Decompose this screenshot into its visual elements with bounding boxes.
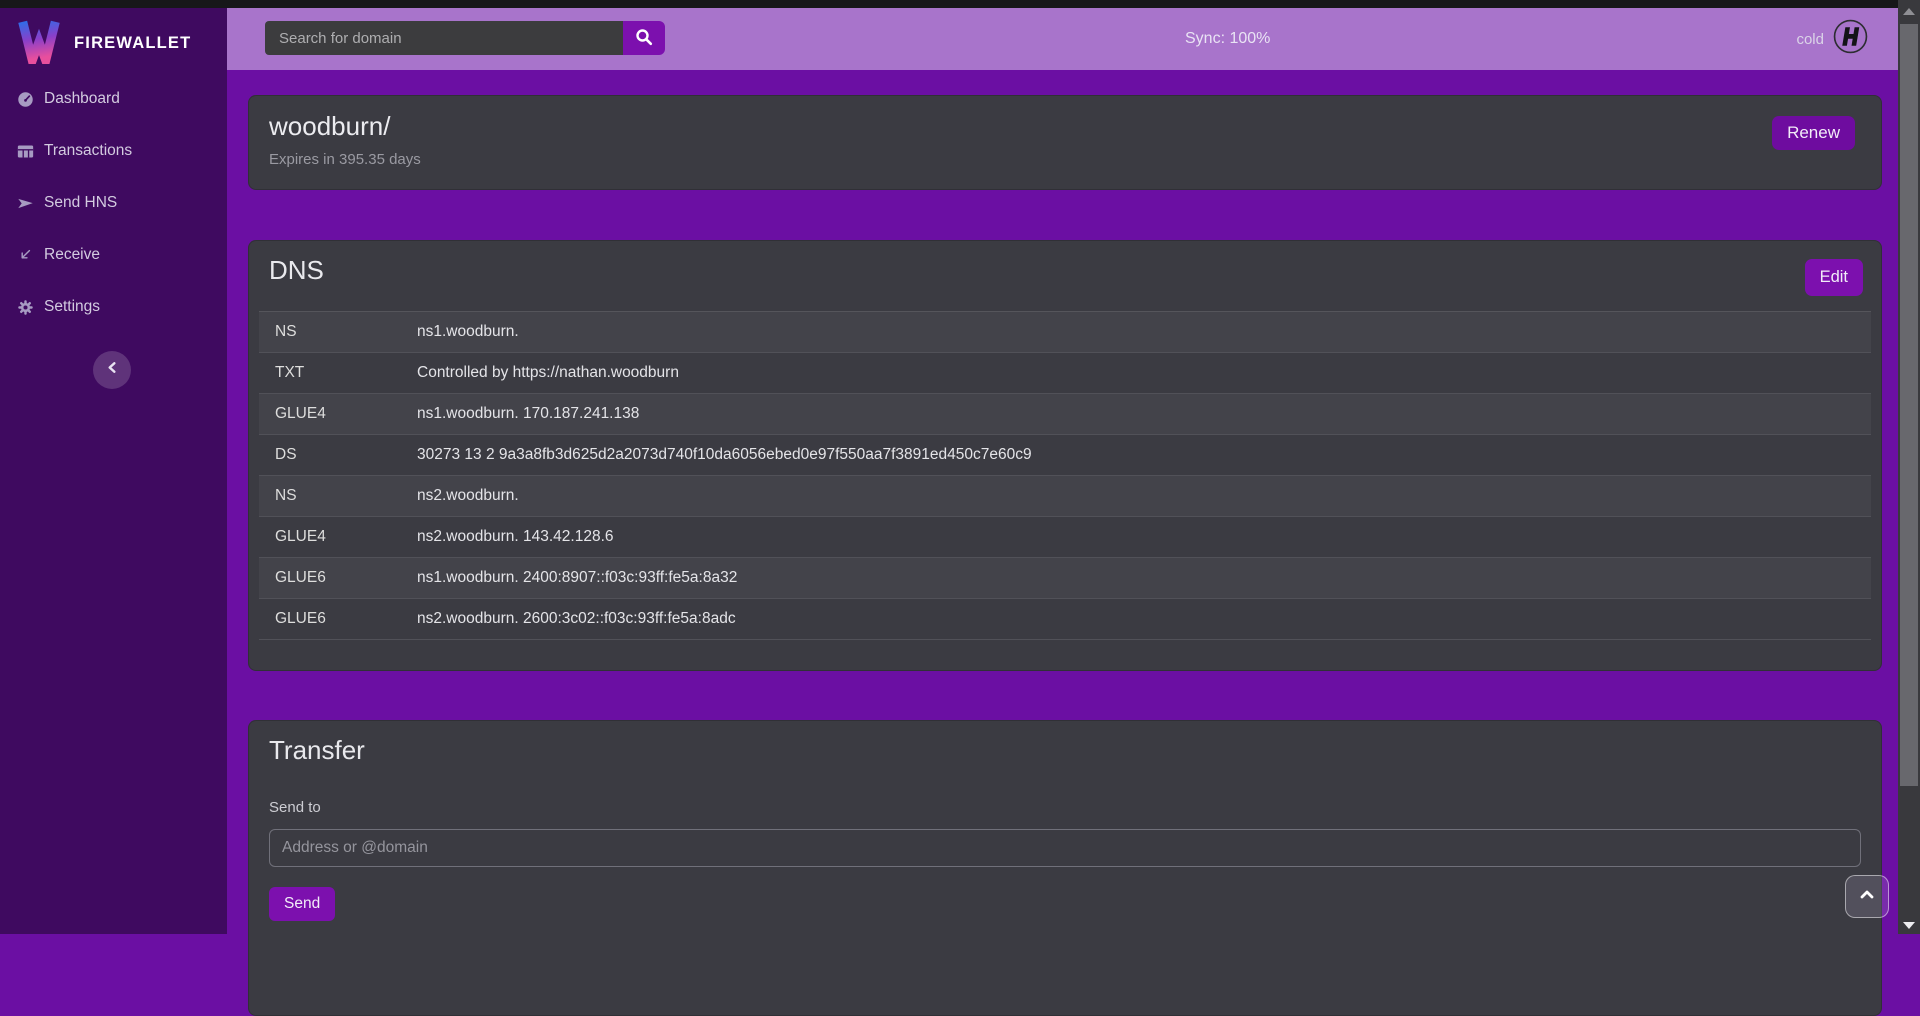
dns-card: DNS Edit NS ns1.woodburn. TXT Controlled… [248, 240, 1882, 671]
dns-record-value: ns1.woodburn. 2400:8907::f03c:93ff:fe5a:… [417, 569, 1871, 587]
send-to-label: Send to [269, 799, 321, 816]
sync-status: Sync: 100% [1185, 8, 1270, 70]
send-icon [16, 195, 34, 212]
dns-record-type: GLUE6 [259, 610, 417, 628]
scroll-to-top-button[interactable] [1845, 875, 1889, 918]
settings-gear-icon [16, 299, 34, 316]
dns-record-value: 30273 13 2 9a3a8fb3d625d2a2073d740f10da6… [417, 446, 1871, 464]
sidebar-item-receive[interactable]: Receive [0, 229, 227, 281]
sidebar-item-dashboard[interactable]: Dashboard [0, 73, 227, 125]
edit-dns-button[interactable]: Edit [1805, 259, 1863, 296]
search-button[interactable] [623, 21, 665, 55]
brand[interactable]: FIREWALLET [16, 18, 191, 69]
handshake-icon [1833, 19, 1868, 59]
dns-record-type: DS [259, 446, 417, 464]
sidebar-item-label: Transactions [44, 142, 132, 160]
sidebar-item-send-hns[interactable]: Send HNS [0, 177, 227, 229]
dns-record-row: NS ns2.woodburn. [259, 476, 1871, 517]
wallet-cluster[interactable]: cold [1796, 8, 1868, 70]
scrollbar-up-arrow-icon[interactable] [1903, 8, 1915, 15]
dns-record-type: GLUE6 [259, 569, 417, 587]
topbar: Sync: 100% cold [227, 8, 1898, 70]
sidebar-item-transactions[interactable]: Transactions [0, 125, 227, 177]
dns-record-type: TXT [259, 364, 417, 382]
sidebar-item-label: Send HNS [44, 194, 117, 212]
sidebar-nav: Dashboard Transactions Send HNS [0, 73, 227, 333]
sidebar-item-label: Dashboard [44, 90, 120, 108]
dns-card-title: DNS [269, 255, 324, 286]
dns-records-table: NS ns1.woodburn. TXT Controlled by https… [259, 311, 1871, 640]
dns-record-value: Controlled by https://nathan.woodburn [417, 364, 1871, 382]
dns-record-row: GLUE4 ns2.woodburn. 143.42.128.6 [259, 517, 1871, 558]
dns-record-type: GLUE4 [259, 528, 417, 546]
dns-record-value: ns2.woodburn. 143.42.128.6 [417, 528, 1871, 546]
dns-record-row: TXT Controlled by https://nathan.woodbur… [259, 353, 1871, 394]
sidebar-item-settings[interactable]: Settings [0, 281, 227, 333]
renew-button[interactable]: Renew [1772, 116, 1855, 150]
wallet-name: cold [1796, 31, 1824, 48]
dashboard-icon [16, 91, 34, 108]
dns-record-type: NS [259, 323, 417, 341]
dns-record-value: ns1.woodburn. [417, 323, 1871, 341]
domain-header-card: woodburn/ Expires in 395.35 days Renew [248, 95, 1882, 190]
transfer-address-input[interactable] [269, 829, 1861, 867]
dns-record-row: GLUE6 ns1.woodburn. 2400:8907::f03c:93ff… [259, 558, 1871, 599]
window-top-strip [0, 0, 1898, 8]
send-transfer-button[interactable]: Send [269, 887, 335, 921]
domain-expiry: Expires in 395.35 days [269, 151, 421, 168]
dns-record-type: NS [259, 487, 417, 505]
scrollbar-thumb[interactable] [1900, 24, 1918, 786]
chevron-up-icon [1858, 887, 1876, 906]
dns-record-row: NS ns1.woodburn. [259, 312, 1871, 353]
chevron-left-icon [105, 360, 120, 380]
vertical-scrollbar[interactable] [1898, 0, 1920, 934]
receive-icon [16, 247, 34, 263]
transfer-card-title: Transfer [269, 735, 365, 766]
domain-name: woodburn/ [269, 111, 390, 142]
dns-record-value: ns2.woodburn. 2600:3c02::f03c:93ff:fe5a:… [417, 610, 1871, 628]
scrollbar-down-arrow-icon[interactable] [1903, 922, 1915, 929]
domain-search [265, 21, 665, 55]
transactions-icon [16, 143, 34, 160]
firewallet-logo-icon [16, 18, 62, 69]
dns-record-row: GLUE4 ns1.woodburn. 170.187.241.138 [259, 394, 1871, 435]
sidebar-item-label: Settings [44, 298, 100, 316]
search-input[interactable] [265, 21, 623, 55]
dns-record-row: GLUE6 ns2.woodburn. 2600:3c02::f03c:93ff… [259, 599, 1871, 640]
sidebar: FIREWALLET Dashboard Tran [0, 8, 227, 934]
transfer-card: Transfer Send to Send [248, 720, 1882, 1016]
sidebar-collapse-button[interactable] [93, 351, 131, 389]
dns-record-type: GLUE4 [259, 405, 417, 423]
magnifier-icon [635, 28, 653, 49]
dns-record-row: DS 30273 13 2 9a3a8fb3d625d2a2073d740f10… [259, 435, 1871, 476]
sidebar-item-label: Receive [44, 246, 100, 264]
brand-name: FIREWALLET [74, 34, 191, 53]
dns-record-value: ns2.woodburn. [417, 487, 1871, 505]
dns-record-value: ns1.woodburn. 170.187.241.138 [417, 405, 1871, 423]
